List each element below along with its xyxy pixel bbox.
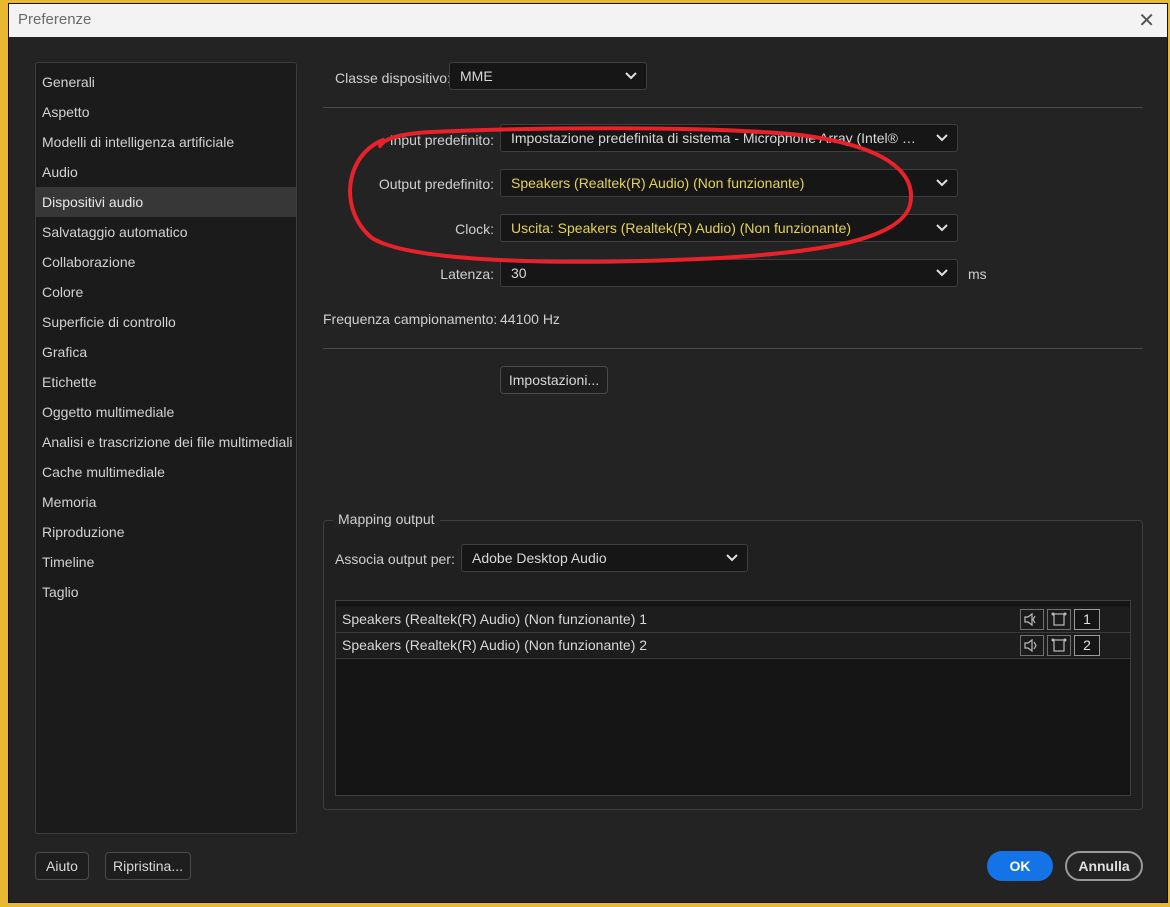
channel-map-icon[interactable]	[1047, 635, 1071, 656]
sidebar-item-oggetto-multimediale[interactable]: Oggetto multimediale	[36, 397, 296, 427]
ok-button[interactable]: OK	[987, 851, 1053, 881]
clock-select[interactable]: Uscita: Speakers (Realtek(R) Audio) (Non…	[500, 214, 958, 242]
sidebar-item-etichette[interactable]: Etichette	[36, 367, 296, 397]
window-title: Preferenze	[18, 11, 92, 28]
sidebar-item-salvataggio-automatico[interactable]: Salvataggio automatico	[36, 217, 296, 247]
sidebar-item-timeline[interactable]: Timeline	[36, 547, 296, 577]
latency-label: Latenza:	[440, 266, 494, 282]
device-class-value: MME	[460, 68, 493, 84]
sidebar-item-generali[interactable]: Generali	[36, 67, 296, 97]
chevron-down-icon	[625, 72, 637, 80]
title-bar: Preferenze ✕	[9, 4, 1167, 37]
sidebar-item-taglio[interactable]: Taglio	[36, 577, 296, 607]
sidebar-item-grafica[interactable]: Grafica	[36, 337, 296, 367]
sidebar-item-dispositivi-audio[interactable]: Dispositivi audio	[36, 187, 296, 217]
samplerate-value: 44100 Hz	[500, 311, 560, 327]
list-item[interactable]: Speakers (Realtek(R) Audio) (Non funzion…	[336, 633, 1130, 659]
sidebar-item-superficie-di-controllo[interactable]: Superficie di controllo	[36, 307, 296, 337]
sidebar-item-aspetto[interactable]: Aspetto	[36, 97, 296, 127]
help-button[interactable]: Aiuto	[35, 852, 89, 880]
close-icon[interactable]: ✕	[1138, 8, 1155, 33]
output-mapping-list: Speakers (Realtek(R) Audio) (Non funzion…	[335, 600, 1131, 796]
latency-value: 30	[511, 265, 527, 281]
sidebar-item-memoria[interactable]: Memoria	[36, 487, 296, 517]
associate-output-label: Associa output per:	[335, 551, 455, 567]
speaker-left-icon[interactable]	[1020, 609, 1044, 630]
sidebar-item-modelli-ai[interactable]: Modelli di intelligenza artificiale	[36, 127, 296, 157]
channel-number: 1	[1074, 609, 1100, 630]
sidebar-item-colore[interactable]: Colore	[36, 277, 296, 307]
section-divider	[323, 348, 1143, 349]
sidebar-item-audio[interactable]: Audio	[36, 157, 296, 187]
sidebar-item-analisi-trascrizione[interactable]: Analisi e trascrizione dei file multimed…	[36, 427, 296, 457]
clock-label: Clock:	[455, 221, 494, 237]
chevron-down-icon	[726, 554, 738, 562]
input-value: Impostazione predefinita di sistema - Mi…	[511, 130, 917, 146]
chevron-down-icon	[936, 134, 948, 142]
chevron-down-icon	[936, 179, 948, 187]
samplerate-label: Frequenza campionamento:	[323, 311, 498, 327]
input-select[interactable]: Impostazione predefinita di sistema - Mi…	[500, 124, 958, 152]
sidebar-item-riproduzione[interactable]: Riproduzione	[36, 517, 296, 547]
channel-name: Speakers (Realtek(R) Audio) (Non funzion…	[342, 611, 648, 627]
settings-button[interactable]: Impostazioni...	[500, 366, 608, 394]
output-select[interactable]: Speakers (Realtek(R) Audio) (Non funzion…	[500, 169, 958, 197]
latency-unit: ms	[968, 266, 987, 282]
channel-name: Speakers (Realtek(R) Audio) (Non funzion…	[342, 637, 648, 653]
sidebar-item-collaborazione[interactable]: Collaborazione	[36, 247, 296, 277]
latency-select[interactable]: 30	[500, 259, 958, 287]
preferences-sidebar: Generali Aspetto Modelli di intelligenza…	[35, 62, 297, 834]
device-class-label: Classe dispositivo:	[335, 70, 451, 86]
output-value: Speakers (Realtek(R) Audio) (Non funzion…	[511, 175, 805, 191]
chevron-down-icon	[936, 224, 948, 232]
mapping-output-title: Mapping output	[333, 511, 440, 527]
cancel-button[interactable]: Annulla	[1065, 851, 1143, 881]
preferences-dialog: Preferenze ✕ Generali Aspetto Modelli di…	[8, 3, 1168, 903]
channel-number: 2	[1074, 635, 1100, 656]
input-label: Input predefinito:	[389, 132, 494, 148]
speaker-right-icon[interactable]	[1020, 635, 1044, 656]
section-divider	[323, 107, 1143, 108]
clock-value: Uscita: Speakers (Realtek(R) Audio) (Non…	[511, 220, 852, 236]
channel-map-icon[interactable]	[1047, 609, 1071, 630]
chevron-down-icon	[936, 269, 948, 277]
associate-output-select[interactable]: Adobe Desktop Audio	[461, 544, 748, 572]
sidebar-item-cache-multimediale[interactable]: Cache multimediale	[36, 457, 296, 487]
list-item[interactable]: Speakers (Realtek(R) Audio) (Non funzion…	[336, 607, 1130, 633]
associate-output-value: Adobe Desktop Audio	[472, 550, 607, 566]
output-label: Output predefinito:	[378, 176, 494, 192]
reset-button[interactable]: Ripristina...	[105, 852, 191, 880]
device-class-select[interactable]: MME	[449, 62, 647, 90]
